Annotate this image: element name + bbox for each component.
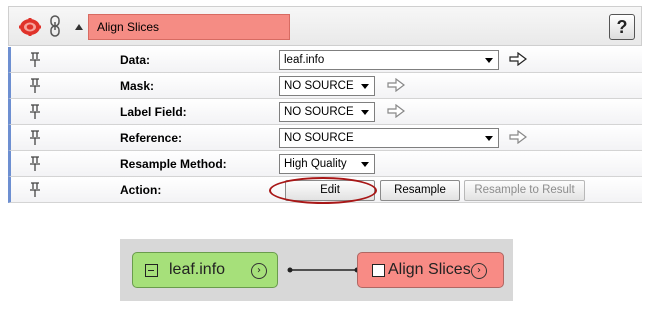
right-arrow-icon bbox=[387, 78, 405, 92]
pin-icon[interactable] bbox=[29, 52, 41, 68]
source-node[interactable]: leaf.info › bbox=[132, 252, 278, 288]
pin-icon[interactable] bbox=[29, 156, 41, 172]
dropdown-arrow-icon bbox=[485, 136, 493, 141]
pin-icon[interactable] bbox=[29, 104, 41, 120]
right-arrow-icon[interactable] bbox=[509, 52, 527, 66]
link-chain-icon[interactable] bbox=[49, 15, 61, 37]
dropdown-arrow-icon bbox=[361, 84, 369, 89]
target-node[interactable]: Align Slices › bbox=[357, 252, 504, 288]
label-field-select[interactable]: NO SOURCE bbox=[279, 102, 375, 122]
network-view: leaf.info › Align Slices › bbox=[120, 239, 513, 301]
label-field-select-value: NO SOURCE bbox=[284, 106, 354, 118]
data-select-value: leaf.info bbox=[284, 54, 325, 66]
param-row-mask: Mask: NO SOURCE bbox=[8, 73, 642, 99]
param-row-action: Action: Edit Resample Resample to Result bbox=[8, 177, 642, 204]
dropdown-arrow-icon bbox=[485, 58, 493, 63]
param-label-resample-method: Resample Method: bbox=[120, 157, 227, 171]
param-label-mask: Mask: bbox=[120, 79, 155, 93]
gear-icon[interactable] bbox=[19, 18, 41, 36]
resample-to-result-button[interactable]: Resample to Result bbox=[464, 180, 585, 201]
edit-highlight-oval bbox=[269, 177, 377, 204]
resample-method-select-value: High Quality bbox=[284, 158, 347, 170]
reference-select[interactable]: NO SOURCE bbox=[279, 128, 499, 148]
resample-button[interactable]: Resample bbox=[380, 180, 460, 201]
help-button[interactable]: ? bbox=[609, 14, 635, 40]
checkbox-icon[interactable] bbox=[372, 264, 385, 277]
chevron-right-circle-icon[interactable]: › bbox=[471, 263, 487, 279]
pin-icon[interactable] bbox=[29, 130, 41, 146]
dropdown-arrow-icon bbox=[361, 162, 369, 167]
collapse-box-icon[interactable] bbox=[145, 264, 158, 277]
resample-method-select[interactable]: High Quality bbox=[279, 154, 375, 174]
pin-icon[interactable] bbox=[29, 78, 41, 94]
target-node-label: Align Slices bbox=[388, 261, 471, 278]
mask-select[interactable]: NO SOURCE bbox=[279, 76, 375, 96]
module-title[interactable]: Align Slices bbox=[88, 14, 290, 40]
chevron-right-circle-icon[interactable]: › bbox=[251, 263, 267, 279]
pin-icon[interactable] bbox=[29, 182, 41, 198]
param-label-data: Data: bbox=[120, 53, 151, 67]
module-header: Align Slices ? bbox=[8, 6, 642, 46]
parameter-list: Data: leaf.info Mask: NO SOURCE Label Fi… bbox=[8, 47, 642, 204]
reference-select-value: NO SOURCE bbox=[284, 132, 354, 144]
param-label-label-field: Label Field: bbox=[120, 105, 187, 119]
param-row-label-field: Label Field: NO SOURCE bbox=[8, 99, 642, 125]
param-row-reference: Reference: NO SOURCE bbox=[8, 125, 642, 151]
mask-select-value: NO SOURCE bbox=[284, 80, 354, 92]
right-arrow-icon bbox=[387, 104, 405, 118]
param-label-action: Action: bbox=[120, 183, 162, 197]
data-select[interactable]: leaf.info bbox=[279, 50, 499, 70]
source-node-label: leaf.info bbox=[169, 261, 226, 278]
dropdown-arrow-icon bbox=[361, 110, 369, 115]
param-row-resample-method: Resample Method: High Quality bbox=[8, 151, 642, 177]
right-arrow-icon bbox=[509, 130, 527, 144]
param-row-data: Data: leaf.info bbox=[8, 47, 642, 73]
collapse-triangle-icon[interactable] bbox=[75, 24, 83, 30]
param-label-reference: Reference: bbox=[120, 131, 183, 145]
